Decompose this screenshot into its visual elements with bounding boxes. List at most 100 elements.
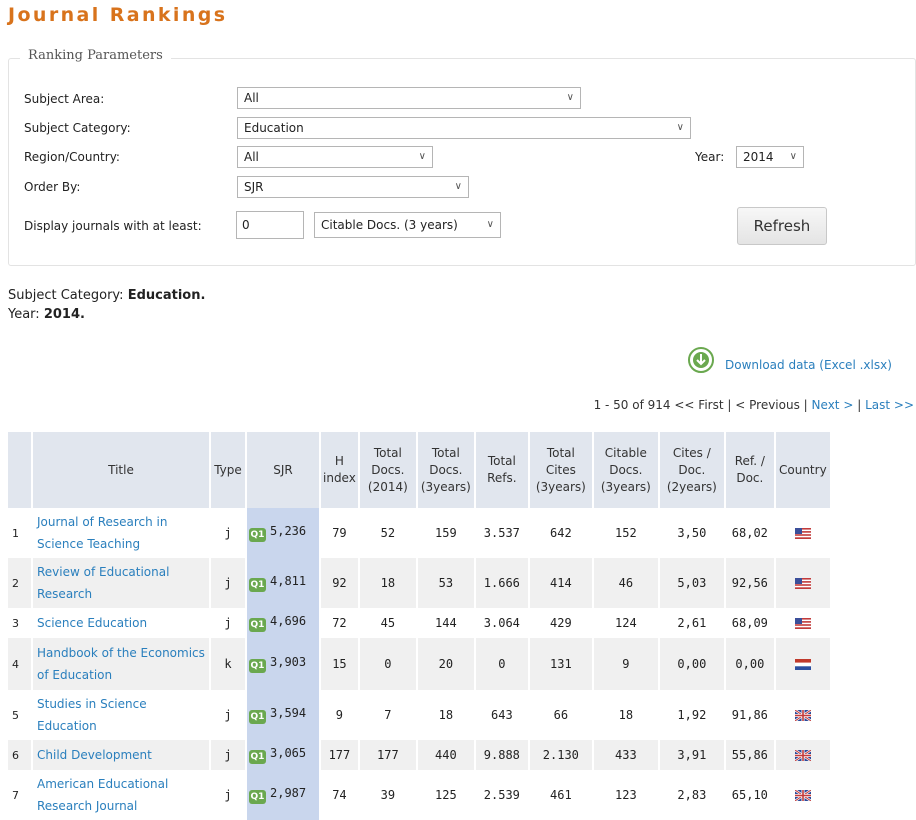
journal-title-link[interactable]: Journal of Research in Science Teaching xyxy=(32,508,211,558)
order-by-select[interactable]: SJR ∨ xyxy=(237,176,469,198)
journal-title-link[interactable]: Review of Educational Research xyxy=(32,558,211,608)
total-docs-2014-cell: 18 xyxy=(358,558,418,608)
ref-doc-cell-value: 65,10 xyxy=(731,788,768,802)
journal-title-link-value[interactable]: Science Education xyxy=(37,616,147,630)
total-docs-2014-cell-value: 45 xyxy=(380,616,396,630)
rank-cell: 5 xyxy=(8,690,33,740)
journal-title-link-value[interactable]: Studies in Science Education xyxy=(37,697,147,733)
journal-title-link-value[interactable]: Review of Educational Research xyxy=(37,565,169,601)
cites-doc-2y-cell: 0,00 xyxy=(658,638,726,690)
ref-doc-cell: 91,86 xyxy=(724,690,776,740)
total-docs-3y-cell-value: 125 xyxy=(435,788,457,802)
rank-cell: 1 xyxy=(8,508,33,558)
h-index-cell-value: 79 xyxy=(332,526,347,540)
journal-title-link[interactable]: Handbook of the Economics of Education xyxy=(32,638,211,690)
refresh-button[interactable]: Refresh xyxy=(737,207,827,245)
col-total-docs-3y[interactable]: Total Docs. (3years) xyxy=(416,432,476,508)
citable-docs-3y-cell: 152 xyxy=(592,508,660,558)
min-display-input[interactable]: 0 xyxy=(236,211,304,239)
type-cell: j xyxy=(210,608,247,638)
col-type[interactable]: Type xyxy=(210,432,247,508)
total-docs-2014-cell: 7 xyxy=(358,690,418,740)
total-refs-cell: 1.666 xyxy=(474,558,530,608)
total-cites-3y-cell-value: 461 xyxy=(550,788,572,802)
pager-last-link[interactable]: Last >> xyxy=(865,398,914,412)
country-cell xyxy=(774,508,832,558)
total-docs-3y-cell: 20 xyxy=(416,638,476,690)
pager-separator: | xyxy=(727,398,732,412)
page-title: Journal Rankings xyxy=(8,4,228,26)
journal-title-link-value[interactable]: American Educational Research Journal xyxy=(37,777,168,813)
pager-next-link[interactable]: Next > xyxy=(812,398,854,412)
citable-docs-3y-cell: 124 xyxy=(592,608,660,638)
col-country[interactable]: Country xyxy=(774,432,832,508)
order-by-label: Order By: xyxy=(24,180,81,194)
pager-separator: | xyxy=(857,398,862,412)
col-total-refs[interactable]: Total Refs. xyxy=(474,432,530,508)
col-cites-doc-2y[interactable]: Cites / Doc. (2years) xyxy=(658,432,726,508)
type-cell: k xyxy=(210,638,247,690)
table-row: 6 Child Development j Q1 3,065 177 177 440 9.888… xyxy=(8,740,832,770)
pager-first: << First xyxy=(674,398,724,412)
col-sjr[interactable]: SJR xyxy=(246,432,321,508)
chevron-down-icon: ∨ xyxy=(789,151,797,162)
col-title[interactable]: Title xyxy=(32,432,211,508)
total-refs-cell: 643 xyxy=(474,690,530,740)
cites-doc-2y-cell: 5,03 xyxy=(658,558,726,608)
col-total-cites-3y[interactable]: Total Cites (3years) xyxy=(528,432,594,508)
col-h-index[interactable]: Hindex xyxy=(320,432,360,508)
total-refs-cell: 3.064 xyxy=(474,608,530,638)
h-index-cell-value: 74 xyxy=(332,788,347,802)
download-link[interactable]: Download data (Excel .xlsx) xyxy=(725,358,892,372)
type-cell-value: j xyxy=(224,526,232,540)
min-display-unit-select[interactable]: Citable Docs. (3 years) ∨ xyxy=(314,212,501,238)
type-cell: j xyxy=(210,740,247,770)
year-label: Year: xyxy=(695,150,725,164)
chevron-down-icon: ∨ xyxy=(454,181,462,192)
order-by-value: SJR xyxy=(244,180,264,194)
col-title-label: Title xyxy=(108,462,134,477)
citable-docs-3y-cell: 46 xyxy=(592,558,660,608)
col-citable-docs-3y[interactable]: Citable Docs. (3years) xyxy=(592,432,660,508)
download-data[interactable]: Download data (Excel .xlsx) xyxy=(687,346,915,380)
col-citable-docs-3y-line: Docs. xyxy=(609,462,643,477)
citable-docs-3y-cell: 433 xyxy=(592,740,660,770)
subject-area-select[interactable]: All ∨ xyxy=(237,87,581,109)
ref-doc-cell: 92,56 xyxy=(724,558,776,608)
citable-docs-3y-cell-value: 46 xyxy=(618,576,634,590)
region-label: Region/Country: xyxy=(24,150,120,164)
citable-docs-3y-cell: 9 xyxy=(592,638,660,690)
total-docs-2014-cell: 52 xyxy=(358,508,418,558)
total-cites-3y-cell-value: 429 xyxy=(550,616,572,630)
total-docs-2014-cell-value: 177 xyxy=(377,748,399,762)
subject-category-value: Education xyxy=(244,121,304,135)
type-cell: j xyxy=(210,690,247,740)
flag-us-icon xyxy=(794,578,811,589)
col-total-docs-2014-line: (2014) xyxy=(367,479,408,494)
journal-title-link-value[interactable]: Handbook of the Economics of Education xyxy=(37,646,205,682)
cites-doc-2y-cell-value: 3,91 xyxy=(677,748,707,762)
total-docs-2014-cell: 45 xyxy=(358,608,418,638)
year-select[interactable]: 2014 ∨ xyxy=(736,146,804,168)
total-cites-3y-cell: 414 xyxy=(528,558,594,608)
flag-us-icon xyxy=(794,528,811,539)
chevron-down-icon: ∨ xyxy=(676,122,684,133)
col-total-docs-2014[interactable]: Total Docs. (2014) xyxy=(358,432,418,508)
region-select[interactable]: All ∨ xyxy=(237,146,433,168)
cites-doc-2y-cell: 3,50 xyxy=(658,508,726,558)
journal-title-link-value[interactable]: Child Development xyxy=(37,748,152,762)
total-docs-3y-cell: 159 xyxy=(416,508,476,558)
journal-title-link[interactable]: Science Education xyxy=(32,608,211,638)
rank-cell: 3 xyxy=(8,608,33,638)
cites-doc-2y-cell: 3,91 xyxy=(658,740,726,770)
pager-separator: | xyxy=(803,398,808,412)
col-ref-doc[interactable]: Ref. / Doc. xyxy=(724,432,776,508)
total-refs-cell-value: 1.666 xyxy=(483,576,520,590)
chevron-down-icon: ∨ xyxy=(486,219,494,230)
rank-cell-value: 2 xyxy=(12,576,19,590)
journal-title-link-value[interactable]: Journal of Research in Science Teaching xyxy=(37,515,168,551)
journal-title-link[interactable]: Child Development xyxy=(32,740,211,770)
subject-category-select[interactable]: Education ∨ xyxy=(237,117,691,139)
journal-title-link[interactable]: Studies in Science Education xyxy=(32,690,211,740)
col-ref-doc-line: Ref. / xyxy=(734,454,765,468)
